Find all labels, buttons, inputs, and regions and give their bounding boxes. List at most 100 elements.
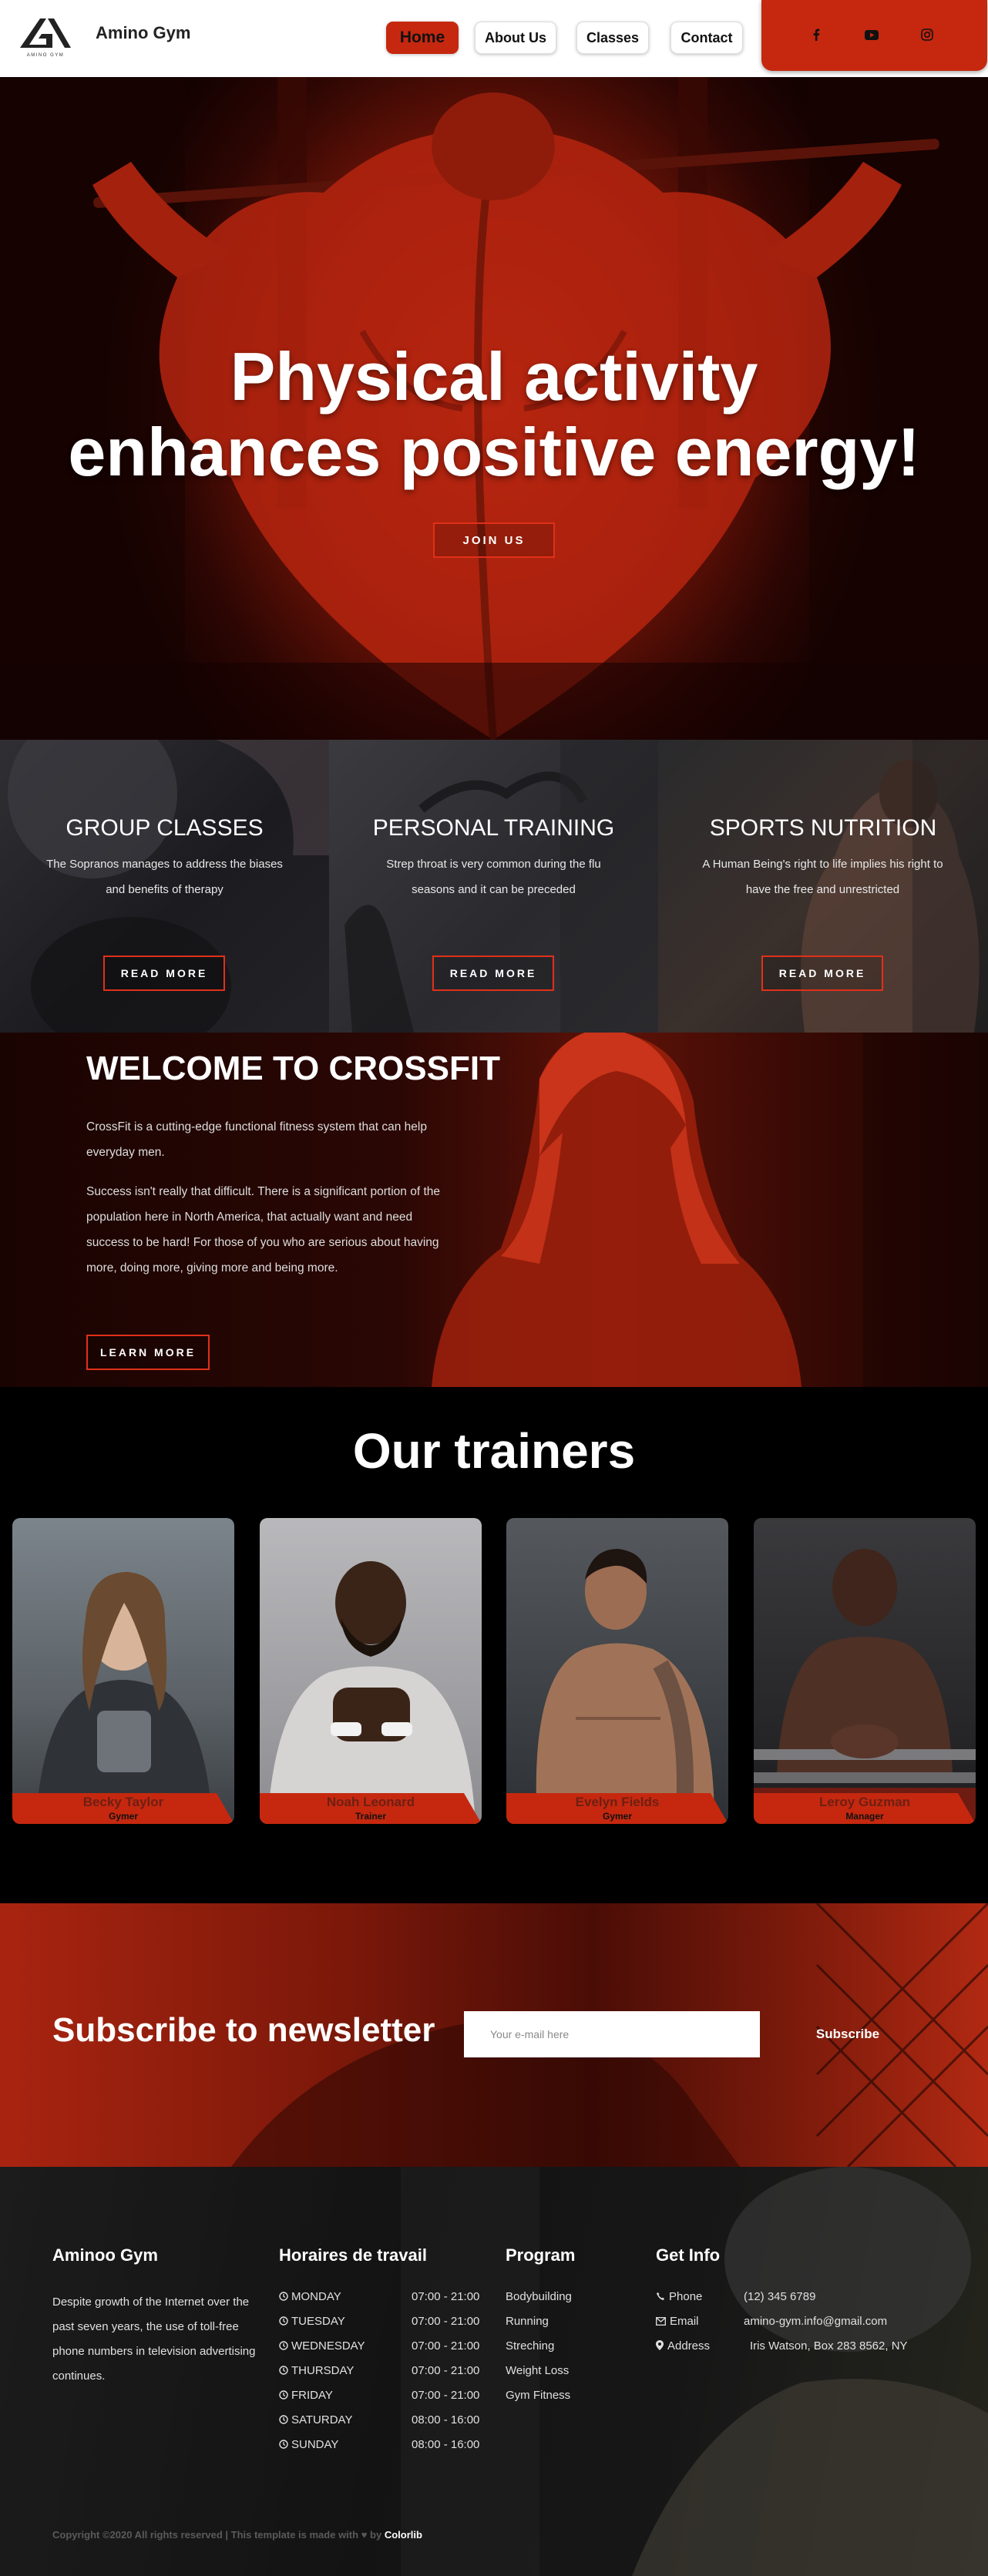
- hours-time: 07:00 - 21:00: [412, 2290, 480, 2303]
- footer-about-text: Despite growth of the Internet over the …: [52, 2296, 256, 2383]
- service-card-sports-nutrition: SPORTS NUTRITION A Human Being's right t…: [658, 740, 988, 1033]
- trainer-role: Gymer: [602, 1811, 633, 1822]
- newsletter-email-input[interactable]: [464, 2011, 760, 2057]
- hours-row: FRIDAY: [279, 2389, 333, 2403]
- clock-icon: [279, 2291, 288, 2304]
- program-link[interactable]: Streching: [506, 2339, 554, 2353]
- instagram-icon[interactable]: [917, 25, 937, 45]
- read-more-button[interactable]: READ MORE: [432, 956, 554, 991]
- info-label: Address: [667, 2339, 711, 2353]
- trainer-photo: [536, 1549, 714, 1824]
- clock-icon: [279, 2316, 288, 2329]
- footer-hours-title: Horaires de travail: [279, 2245, 427, 2265]
- colorlib-link[interactable]: Colorlib: [385, 2529, 422, 2541]
- hero-title-line-2: enhances positive energy!: [68, 414, 920, 490]
- program-link[interactable]: Running: [506, 2315, 549, 2328]
- program-link[interactable]: Bodybuilding: [506, 2290, 572, 2303]
- clock-icon: [279, 2414, 288, 2427]
- info-label: Email: [670, 2315, 699, 2328]
- trainer-name: Evelyn Fields: [575, 1795, 660, 1809]
- copyright-text: Copyright ©2020 All rights reserved | Th…: [52, 2529, 422, 2541]
- hours-time: 07:00 - 21:00: [412, 2315, 480, 2328]
- trainer-card[interactable]: Evelyn Fields Gymer: [506, 1518, 728, 1824]
- copyright-notice: Copyright ©2020 All rights reserved | Th…: [52, 2529, 359, 2541]
- read-more-button[interactable]: READ MORE: [761, 956, 883, 991]
- join-us-button[interactable]: JOIN US: [433, 522, 555, 558]
- trainer-name: Noah Leonard: [326, 1795, 415, 1809]
- trainer-name: Leroy Guzman: [818, 1795, 911, 1809]
- youtube-icon[interactable]: [862, 25, 882, 45]
- hours-row: TUESDAY: [279, 2315, 345, 2329]
- info-value[interactable]: Iris Watson, Box 283 8562, NY: [750, 2339, 908, 2353]
- learn-more-button[interactable]: LEARN MORE: [86, 1335, 210, 1370]
- program-link[interactable]: Weight Loss: [506, 2364, 569, 2377]
- service-description: The Sopranos manages to address the bias…: [46, 858, 283, 896]
- info-value[interactable]: (12) 345 6789: [744, 2290, 815, 2303]
- nav-about-us[interactable]: About Us: [475, 22, 556, 54]
- copyright-by: by: [370, 2529, 382, 2541]
- hours-time: 08:00 - 16:00: [412, 2438, 480, 2451]
- hero-title-line-1: Physical activity: [230, 338, 758, 415]
- trainer-photo: [35, 1572, 213, 1824]
- hours-time: 07:00 - 21:00: [412, 2339, 480, 2353]
- clock-icon: [279, 2439, 288, 2452]
- phone-icon: [656, 2291, 665, 2304]
- hours-day: SATURDAY: [291, 2413, 353, 2427]
- trainers-title: Our trainers: [352, 1423, 636, 1479]
- trainer-role: Gymer: [108, 1811, 139, 1822]
- program-link[interactable]: Gym Fitness: [506, 2389, 570, 2402]
- clock-icon: [279, 2390, 288, 2403]
- services-section: GROUP CLASSES The Sopranos manages to ad…: [0, 740, 988, 1033]
- hours-day: WEDNESDAY: [291, 2339, 365, 2353]
- hours-day: TUESDAY: [291, 2315, 345, 2328]
- read-more-button[interactable]: READ MORE: [103, 956, 225, 991]
- hours-row: MONDAY: [279, 2290, 341, 2304]
- welcome-section: WELCOME TO CROSSFIT CrossFit is a cuttin…: [0, 1033, 988, 1387]
- trainer-card[interactable]: Leroy Guzman Manager: [754, 1518, 976, 1824]
- trainer-card[interactable]: Noah Leonard Trainer: [260, 1518, 482, 1824]
- nav-classes[interactable]: Classes: [576, 22, 649, 54]
- hours-day: MONDAY: [291, 2290, 341, 2303]
- service-description: Strep throat is very common during the f…: [386, 858, 601, 896]
- trainer-photo: [754, 1549, 976, 1824]
- hours-day: FRIDAY: [291, 2389, 333, 2402]
- welcome-paragraph-1: CrossFit is a cutting-edge functional fi…: [86, 1120, 427, 1159]
- brand-name: Amino Gym: [96, 23, 191, 42]
- hours-day: SUNDAY: [291, 2438, 339, 2451]
- gym-logo[interactable]: AMINO GYM: [17, 14, 74, 59]
- hours-row: THURSDAY: [279, 2364, 354, 2378]
- info-row: Address: [656, 2339, 710, 2353]
- hours-day: THURSDAY: [291, 2364, 355, 2377]
- map-marker-icon: [656, 2340, 664, 2353]
- hours-row: SUNDAY: [279, 2438, 338, 2452]
- hero-title: Physical activity enhances positive ener…: [0, 339, 988, 490]
- svg-text:AMINO GYM: AMINO GYM: [27, 53, 65, 58]
- hero-section: Physical activity enhances positive ener…: [0, 77, 988, 740]
- hours-row: SATURDAY: [279, 2413, 352, 2427]
- service-title: PERSONAL TRAINING: [372, 815, 615, 841]
- nav-home[interactable]: Home: [386, 22, 459, 54]
- clock-icon: [279, 2365, 288, 2378]
- clock-icon: [279, 2340, 288, 2353]
- service-card-personal-training: PERSONAL TRAINING Strep throat is very c…: [329, 740, 658, 1033]
- trainer-name: Becky Taylor: [82, 1795, 164, 1809]
- service-description: A Human Being's right to life implies hi…: [702, 858, 943, 896]
- hours-time: 07:00 - 21:00: [412, 2389, 480, 2402]
- trainer-card[interactable]: Becky Taylor Gymer: [12, 1518, 234, 1824]
- subscribe-button[interactable]: Subscribe: [783, 2011, 912, 2057]
- newsletter-section: Subscribe to newsletter Subscribe: [0, 1903, 988, 2167]
- footer-info-title: Get Info: [656, 2245, 721, 2265]
- hours-time: 07:00 - 21:00: [412, 2364, 480, 2377]
- heart-icon: ♥: [361, 2529, 368, 2541]
- nav-contact[interactable]: Contact: [670, 22, 743, 54]
- social-links-panel: [761, 0, 987, 71]
- footer-about-title: Aminoo Gym: [52, 2245, 158, 2265]
- trainer-role: Trainer: [355, 1811, 387, 1822]
- welcome-title: WELCOME TO CROSSFIT: [86, 1050, 500, 1087]
- facebook-icon[interactable]: [806, 25, 826, 45]
- service-card-group-classes: GROUP CLASSES The Sopranos manages to ad…: [0, 740, 329, 1033]
- info-value[interactable]: amino-gym.info@gmail.com: [744, 2315, 887, 2328]
- footer-program-title: Program: [506, 2245, 576, 2265]
- trainer-photo: [267, 1561, 476, 1824]
- newsletter-title: Subscribe to newsletter: [52, 2011, 435, 2049]
